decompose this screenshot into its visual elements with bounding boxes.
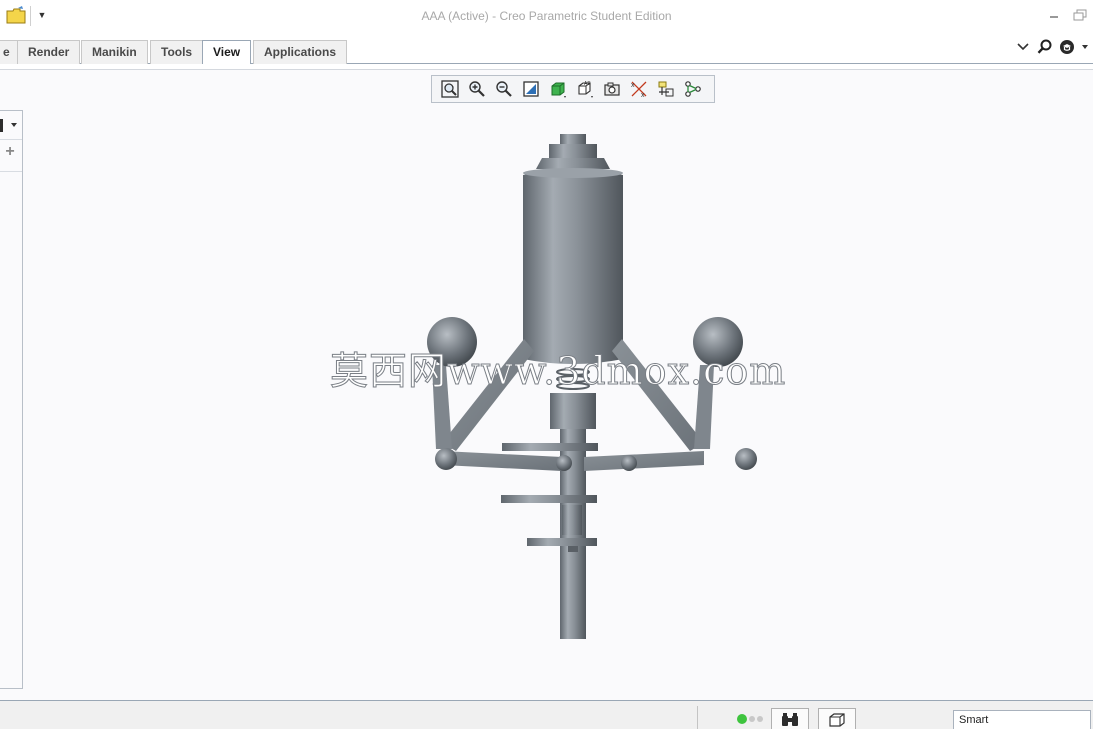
status-separator (697, 706, 698, 729)
tab-render[interactable]: Render (17, 40, 81, 64)
view-manager-icon (604, 82, 620, 96)
spin-center-button[interactable] (680, 77, 707, 101)
find-button[interactable] (771, 708, 809, 729)
selection-filter-input[interactable]: Smart (953, 710, 1091, 729)
navigator-separator (0, 171, 22, 172)
tab-tools[interactable]: Tools (150, 40, 204, 64)
regen-status-icon[interactable] (737, 714, 763, 724)
datum-display-icon (658, 81, 674, 97)
tab-view[interactable]: View (202, 40, 252, 65)
creo-window: ▼ AAA (Active) - Creo Parametric Student… (0, 0, 1093, 729)
zoom-in-icon (469, 81, 485, 97)
selected-items-button[interactable] (818, 708, 856, 729)
watermark-text: 莫西网www.3dmox.com (329, 349, 787, 394)
add-icon[interactable]: + (2, 144, 18, 161)
refit-button[interactable] (437, 77, 464, 101)
perspective-button[interactable]: x x (626, 77, 653, 101)
svg-text:AB: AB (584, 81, 591, 87)
ribbon-collapsed-area (0, 64, 1093, 70)
zoom-out-button[interactable] (491, 77, 518, 101)
saved-orientations-button[interactable]: AB (572, 77, 599, 101)
window-title: AAA (Active) - Creo Parametric Student E… (421, 9, 672, 23)
minimize-icon[interactable] (1048, 10, 1060, 20)
zoom-in-button[interactable] (464, 77, 491, 101)
svg-text:x: x (631, 82, 635, 89)
zoom-out-icon (496, 81, 512, 97)
saved-orientations-icon: AB (578, 81, 593, 98)
perspective-icon: x x (631, 81, 647, 98)
status-light-off (757, 716, 763, 722)
datum-display-button[interactable] (653, 77, 680, 101)
ribbon-tabs: e Render Manikin Tools View Applications (0, 34, 1093, 65)
selected-items-icon (829, 712, 845, 727)
navigator-panel: + (0, 110, 23, 689)
repaint-button[interactable] (518, 77, 545, 101)
repaint-icon (523, 81, 539, 97)
view-manager-button[interactable] (599, 77, 626, 101)
graphics-toolbar: AB x x (431, 75, 715, 103)
display-style-button[interactable] (545, 77, 572, 101)
status-light-green (737, 714, 747, 724)
refit-icon (441, 80, 459, 98)
status-bar: Smart (0, 700, 1093, 729)
help-dropdown-icon[interactable] (1081, 43, 1089, 51)
navigator-separator (0, 139, 22, 140)
status-light-off (749, 716, 755, 722)
collapse-ribbon-icon[interactable] (1015, 39, 1031, 55)
search-icon[interactable] (1037, 39, 1053, 55)
restore-icon[interactable] (1073, 9, 1087, 21)
tab-manikin[interactable]: Manikin (81, 40, 148, 64)
help-icon[interactable] (1059, 39, 1075, 55)
spin-center-icon (685, 81, 701, 97)
ribbon-right-controls (1015, 37, 1089, 57)
graphics-area[interactable]: 莫西网www.3dmox.com (24, 104, 1093, 700)
display-style-icon (551, 82, 566, 98)
tab-applications[interactable]: Applications (253, 40, 348, 64)
find-icon (782, 712, 798, 726)
svg-text:x: x (641, 92, 645, 98)
title-bar: ▼ AAA (Active) - Creo Parametric Student… (0, 0, 1093, 34)
navigator-dropdown-icon[interactable] (0, 115, 22, 135)
